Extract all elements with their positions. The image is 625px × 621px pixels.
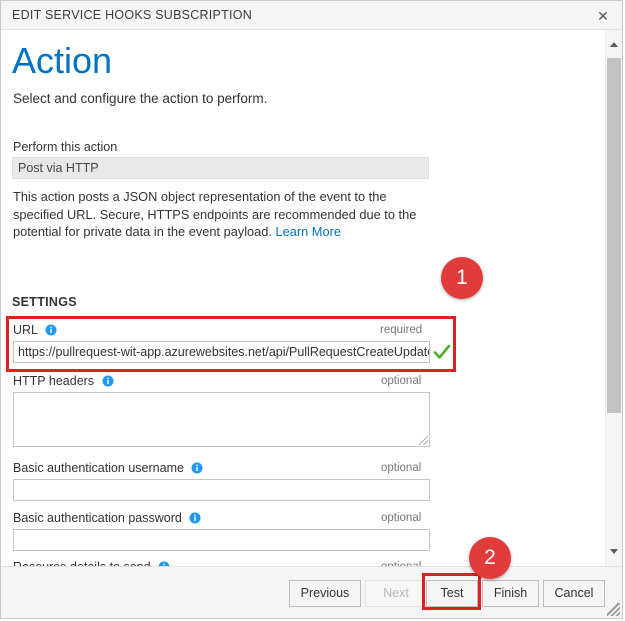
basic-auth-password-label: Basic authentication password <box>13 511 201 525</box>
dialog-footer: Previous Next Test Finish Cancel <box>1 566 622 618</box>
callout-badge-1: 1 <box>441 257 483 299</box>
previous-button[interactable]: Previous <box>289 580 361 607</box>
http-headers-hint: optional <box>381 375 421 387</box>
basic-auth-username-input[interactable] <box>13 479 430 501</box>
next-button: Next <box>365 580 427 607</box>
basic-auth-password-hint: optional <box>381 512 421 524</box>
basic-auth-password-label-text: Basic authentication password <box>13 511 182 525</box>
http-headers-label-text: HTTP headers <box>13 374 94 388</box>
checkmark-icon <box>433 343 451 361</box>
learn-more-link[interactable]: Learn More <box>276 224 341 239</box>
perform-action-label: Perform this action <box>13 140 117 154</box>
scroll-thumb[interactable] <box>607 58 621 413</box>
info-circle-icon[interactable] <box>189 512 201 524</box>
vertical-scrollbar[interactable] <box>605 30 622 566</box>
perform-action-value: Post via HTTP <box>12 157 429 179</box>
form-panel: Action Select and configure the action t… <box>1 30 593 566</box>
url-input[interactable]: https://pullrequest-wit-app.azurewebsite… <box>13 341 430 363</box>
basic-auth-username-hint: optional <box>381 462 421 474</box>
action-description-text: This action posts a JSON object represen… <box>13 189 416 239</box>
dialog-content: Action Select and configure the action t… <box>1 30 622 566</box>
triangle-down-icon[interactable] <box>606 543 622 560</box>
close-icon[interactable]: ✕ <box>592 6 614 26</box>
url-label-text: URL <box>13 323 38 337</box>
dialog-titlebar: EDIT SERVICE HOOKS SUBSCRIPTION ✕ <box>1 1 622 30</box>
triangle-up-icon[interactable] <box>606 36 622 53</box>
cancel-button[interactable]: Cancel <box>543 580 605 607</box>
test-button[interactable]: Test <box>426 580 478 607</box>
basic-auth-username-label: Basic authentication username <box>13 461 203 475</box>
url-required-hint: required <box>380 324 422 336</box>
action-description: This action posts a JSON object represen… <box>13 188 433 241</box>
page-subtitle: Select and configure the action to perfo… <box>13 91 267 106</box>
info-circle-icon[interactable] <box>102 375 114 387</box>
textarea-resize-grip[interactable] <box>419 436 428 445</box>
settings-heading: SETTINGS <box>12 295 77 309</box>
info-circle-icon[interactable] <box>191 462 203 474</box>
callout-badge-2: 2 <box>469 537 511 579</box>
dialog-resize-grip[interactable] <box>607 603 620 616</box>
basic-auth-password-input[interactable] <box>13 529 430 551</box>
http-headers-textarea[interactable] <box>13 392 430 447</box>
basic-auth-username-label-text: Basic authentication username <box>13 461 184 475</box>
url-field-label: URL <box>13 323 57 337</box>
dialog-title: EDIT SERVICE HOOKS SUBSCRIPTION <box>12 8 252 22</box>
http-headers-label: HTTP headers <box>13 374 114 388</box>
finish-button[interactable]: Finish <box>482 580 539 607</box>
info-circle-icon[interactable] <box>45 324 57 336</box>
edit-service-hooks-subscription-dialog: EDIT SERVICE HOOKS SUBSCRIPTION ✕ Action… <box>0 0 623 619</box>
page-title: Action <box>12 40 112 82</box>
